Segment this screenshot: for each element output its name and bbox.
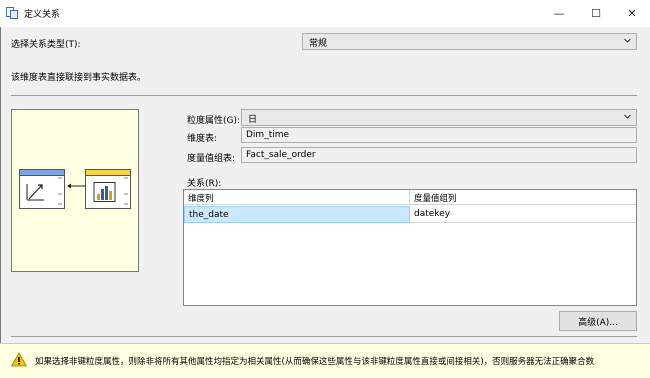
relationship-description: 该维度表直接联接到事实数据表。 xyxy=(11,73,147,83)
separator-bottom xyxy=(11,336,637,337)
column-header-measure-group[interactable]: 度量值组列 xyxy=(410,190,636,205)
column-header-dimension[interactable]: 维度列 xyxy=(184,190,410,205)
diagram-graphic xyxy=(19,169,131,209)
fact-table-icon xyxy=(85,169,131,209)
warning-icon xyxy=(11,352,27,367)
separator-top xyxy=(11,95,637,96)
chevron-down-icon xyxy=(624,38,631,43)
granularity-value: 日 xyxy=(248,115,258,125)
relationship-diagram xyxy=(11,109,139,272)
dimension-table-value: Dim_time xyxy=(246,130,290,140)
chevron-down-icon xyxy=(624,114,631,119)
measure-group-column-cell[interactable]: datekey xyxy=(410,206,636,223)
granularity-label: 粒度属性(G): xyxy=(187,116,241,126)
granularity-select[interactable]: 日 xyxy=(241,109,637,126)
relationships-grid[interactable]: 维度列 度量值组列 the_date datekey xyxy=(183,189,637,306)
advanced-button[interactable]: 高级(A)... xyxy=(559,311,637,331)
close-button[interactable]: ✕ xyxy=(614,0,650,27)
measure-group-table-field: Fact_sale_order xyxy=(241,147,637,163)
dimension-table-label: 维度表: xyxy=(187,134,218,144)
dimension-table-field: Dim_time xyxy=(241,127,637,143)
warning-text: 如果选择非键粒度属性，则除非将所有其他属性均指定为相关属性(从而确保这些属性与该… xyxy=(35,357,595,367)
relationships-label: 关系(R): xyxy=(187,179,222,189)
title-bar: 定义关系 — ☐ ✕ xyxy=(0,0,650,27)
minimize-button[interactable]: — xyxy=(541,0,577,27)
window-title: 定义关系 xyxy=(24,10,61,20)
measure-group-table-label: 度量值组表: xyxy=(187,154,236,164)
maximize-button[interactable]: ☐ xyxy=(578,0,614,27)
relationship-type-value: 常规 xyxy=(309,39,328,49)
dimension-column-cell[interactable]: the_date xyxy=(184,206,410,223)
dialog-border xyxy=(0,27,1,378)
warning-bar: 如果选择非键粒度属性，则除非将所有其他属性均指定为相关属性(从而确保这些属性与该… xyxy=(0,343,650,378)
measure-group-table-value: Fact_sale_order xyxy=(246,150,316,160)
dialog-app-icon xyxy=(6,7,18,19)
dimension-table-icon xyxy=(19,169,65,209)
relationship-type-label: 选择关系类型(T): xyxy=(11,40,81,50)
relationship-type-select[interactable]: 常规 xyxy=(302,33,637,50)
